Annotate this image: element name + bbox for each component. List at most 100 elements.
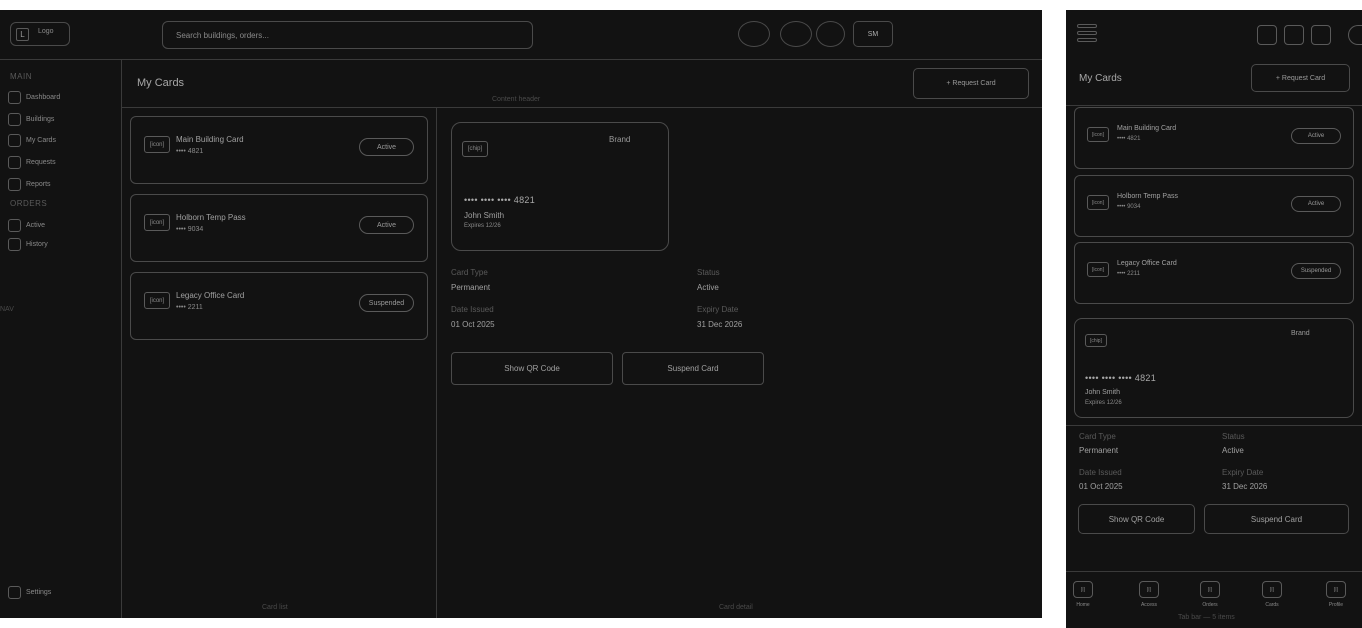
chip-icon: [chip]: [462, 141, 488, 157]
reports-icon: [8, 177, 21, 191]
logo[interactable]: L Logo: [10, 22, 70, 46]
card-number: •••• 4821: [176, 148, 204, 155]
tab-label: Access: [1140, 602, 1158, 608]
field-value-date-issued: 01 Oct 2025: [451, 320, 495, 329]
field-value-card-type: Permanent: [451, 283, 491, 292]
card-number: •••• 9034: [176, 226, 204, 233]
sidebar-item-my-cards[interactable]: My Cards: [8, 133, 56, 147]
notification-circle-icon[interactable]: [738, 21, 770, 47]
card-visual: [chip] Brand •••• •••• •••• 4821 John Sm…: [451, 122, 669, 251]
field-label-status: Status: [697, 268, 720, 277]
access-icon: [i]: [1139, 581, 1159, 598]
card-icon: [icon]: [1087, 127, 1109, 142]
card-number: •••• 4821: [1117, 136, 1141, 142]
orders-icon: [i]: [1200, 581, 1220, 598]
sidebar-item-label: Settings: [26, 588, 52, 596]
show-qr-code-button[interactable]: Show QR Code: [1078, 504, 1195, 534]
page-title: My Cards: [137, 77, 185, 89]
card-icon: [icon]: [1087, 262, 1109, 277]
suspend-card-button[interactable]: Suspend Card: [1204, 504, 1349, 534]
card-list-item[interactable]: [icon] Main Building Card •••• 4821 Acti…: [130, 116, 428, 184]
sidebar-item-buildings[interactable]: Buildings: [8, 112, 54, 126]
avatar[interactable]: [1348, 25, 1362, 45]
tab-access[interactable]: [i] Access: [1129, 581, 1169, 608]
content-header: My Cards Content header + Request Card: [122, 60, 1042, 108]
sidebar-item-label: Buildings: [26, 115, 55, 123]
sidebar-item-dashboard[interactable]: Dashboard: [8, 90, 60, 104]
field-label-date-issued: Date Issued: [1079, 468, 1122, 477]
buildings-icon: [8, 112, 21, 126]
page-title: My Cards: [1079, 73, 1122, 84]
suspend-card-button[interactable]: Suspend Card: [622, 352, 764, 385]
logo-text: Logo: [38, 28, 54, 35]
field-label-date-issued: Date Issued: [451, 305, 494, 314]
card-number: •••• 2211: [1117, 271, 1140, 277]
status-badge: Suspended: [359, 294, 414, 312]
sidebar-item-reports[interactable]: Reports: [8, 177, 51, 191]
card-holder: John Smith: [1085, 389, 1121, 396]
dashboard-icon: [8, 90, 21, 104]
card-icon: [icon]: [144, 136, 170, 153]
show-qr-code-button[interactable]: Show QR Code: [451, 352, 613, 385]
sidebar-item-label: Reports: [26, 180, 51, 188]
tab-profile[interactable]: [i] Profile: [1316, 581, 1356, 608]
card-masked-number: •••• •••• •••• 4821: [1085, 373, 1157, 383]
avatar[interactable]: SM: [853, 21, 893, 47]
field-value-status: Active: [697, 283, 719, 292]
card-list-item[interactable]: [icon] Legacy Office Card •••• 2211 Susp…: [1074, 242, 1354, 304]
field-value-card-type: Permanent: [1079, 446, 1119, 455]
card-icon: [icon]: [1087, 195, 1109, 210]
tab-home[interactable]: [i] Home: [1063, 581, 1103, 608]
sidebar-section-title: MAIN: [10, 72, 32, 81]
notification-icon[interactable]: [1257, 25, 1277, 45]
search-input[interactable]: [163, 22, 532, 48]
sidebar-item-label: History: [26, 240, 48, 248]
cards-icon: [8, 133, 21, 147]
cards-icon: [i]: [1262, 581, 1282, 598]
tab-label: Profile: [1328, 602, 1344, 608]
card-list-item[interactable]: [icon] Main Building Card •••• 4821 Acti…: [1074, 107, 1354, 169]
tab-bar: [i] Home [i] Access [i] Orders [i] Cards…: [1066, 572, 1362, 628]
card-list-item[interactable]: [icon] Holborn Temp Pass •••• 9034 Activ…: [130, 194, 428, 262]
history-icon: [8, 237, 21, 251]
requests-icon: [8, 155, 21, 169]
card-expiry: Expires 12/26: [1085, 400, 1122, 406]
search-bar[interactable]: [162, 21, 533, 49]
status-badge: Suspended: [1291, 263, 1341, 279]
request-card-button[interactable]: + Request Card: [913, 68, 1029, 99]
status-badge: Active: [359, 216, 414, 234]
sidebar-item-requests[interactable]: Requests: [8, 155, 56, 169]
divider: [1066, 425, 1362, 426]
tab-orders[interactable]: [i] Orders: [1190, 581, 1230, 608]
field-label-card-type: Card Type: [451, 268, 488, 277]
tab-cards[interactable]: [i] Cards: [1252, 581, 1292, 608]
hamburger-menu-icon[interactable]: [1077, 24, 1097, 44]
message-icon[interactable]: [1284, 25, 1304, 45]
card-number: •••• 9034: [1117, 204, 1141, 210]
sidebar-item-label: My Cards: [26, 136, 56, 144]
mobile-layout: My Cards + Request Card [icon] Main Buil…: [1066, 10, 1362, 628]
card-list-annotation: Card list: [262, 604, 288, 611]
card-detail-annotation: Card detail: [719, 604, 753, 611]
card-list-item[interactable]: [icon] Legacy Office Card •••• 2211 Susp…: [130, 272, 428, 340]
card-name: Legacy Office Card: [1117, 260, 1177, 267]
field-value-status: Active: [1222, 446, 1244, 455]
card-name: Main Building Card: [176, 135, 244, 144]
sidebar-item-history[interactable]: History: [8, 237, 48, 251]
card-expiry: Expires 12/26: [464, 223, 501, 229]
field-label-expiry-date: Expiry Date: [697, 305, 739, 314]
tab-bar-annotation: Tab bar — 5 items: [1178, 614, 1235, 621]
request-card-button[interactable]: + Request Card: [1251, 64, 1350, 92]
card-icon: [icon]: [144, 292, 170, 309]
nav-annotation: NAV: [0, 306, 14, 313]
message-circle-icon[interactable]: [780, 21, 812, 47]
help-circle-icon[interactable]: [816, 21, 845, 47]
card-list-item[interactable]: [icon] Holborn Temp Pass •••• 9034 Activ…: [1074, 175, 1354, 237]
card-brand: Brand: [609, 135, 631, 144]
status-badge: Active: [1291, 128, 1341, 144]
sidebar-item-settings[interactable]: Settings: [8, 585, 51, 599]
sidebar-item-active[interactable]: Active: [8, 218, 45, 232]
card-name: Holborn Temp Pass: [176, 213, 246, 222]
sidebar-item-label: Active: [26, 221, 46, 229]
help-icon[interactable]: [1311, 25, 1331, 45]
